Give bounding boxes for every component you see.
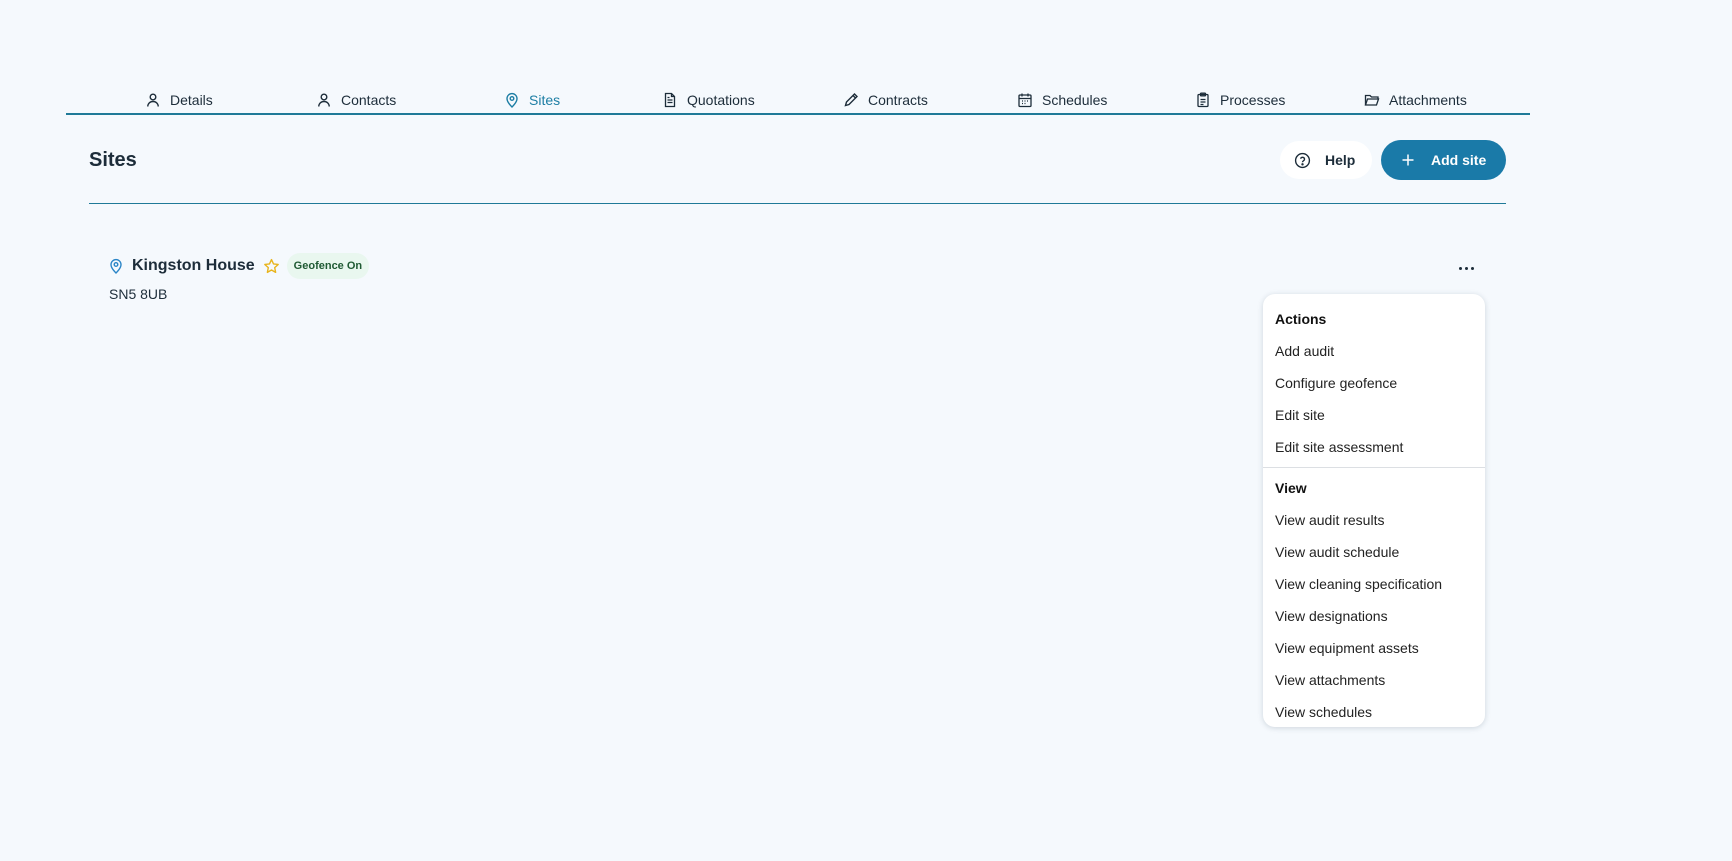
menu-item-edit-site[interactable]: Edit site xyxy=(1263,399,1485,431)
menu-item-view-cleaning-specification[interactable]: View cleaning specification xyxy=(1263,568,1485,600)
site-postcode: SN5 8UB xyxy=(109,286,168,302)
site-row: Kingston House Geofence On xyxy=(108,253,370,279)
tab-label: Contacts xyxy=(341,92,397,108)
site-actions-menu: Actions Add audit Configure geofence Edi… xyxy=(1263,294,1485,727)
add-site-button[interactable]: Add site xyxy=(1381,140,1506,180)
menu-item-configure-geofence[interactable]: Configure geofence xyxy=(1263,367,1485,399)
pencil-icon xyxy=(844,93,858,107)
tab-contracts[interactable]: Contracts xyxy=(843,90,928,110)
tab-schedules[interactable]: Schedules xyxy=(1017,90,1107,110)
menu-header-actions: Actions xyxy=(1275,311,1327,327)
menu-item-view-equipment-assets[interactable]: View equipment assets xyxy=(1263,632,1485,664)
dot xyxy=(1458,266,1462,270)
help-label: Help xyxy=(1325,152,1356,168)
menu-item-view-audit-schedule[interactable]: View audit schedule xyxy=(1263,536,1485,568)
menu-item-view-attachments[interactable]: View attachments xyxy=(1263,664,1485,696)
tab-sites[interactable]: Sites xyxy=(504,90,560,110)
calendar-icon xyxy=(1018,93,1032,108)
folder-icon xyxy=(1364,94,1380,106)
more-options-button[interactable] xyxy=(1455,258,1477,278)
star-icon[interactable] xyxy=(263,258,280,275)
header-divider xyxy=(89,203,1506,204)
menu-item-edit-site-assessment[interactable]: Edit site assessment xyxy=(1263,431,1485,463)
menu-separator xyxy=(1263,467,1485,468)
user-icon xyxy=(147,93,159,107)
tab-contacts[interactable]: Contacts xyxy=(316,90,396,110)
dot xyxy=(1464,266,1468,270)
tab-bar: Details Contacts Sites Quotations Contra… xyxy=(66,84,1530,115)
tab-label: Contracts xyxy=(868,92,928,108)
help-circle-icon xyxy=(1294,152,1311,168)
add-site-label: Add site xyxy=(1431,152,1487,168)
geofence-status-badge: Geofence On xyxy=(286,253,370,279)
tab-processes[interactable]: Processes xyxy=(1195,90,1285,110)
tab-details[interactable]: Details xyxy=(145,90,213,110)
tab-label: Details xyxy=(170,92,213,108)
page-title: Sites xyxy=(89,149,137,171)
clipboard-icon xyxy=(1197,92,1209,108)
map-pin-icon xyxy=(110,258,122,274)
document-icon xyxy=(664,92,676,108)
tab-label: Processes xyxy=(1220,92,1286,108)
menu-item-add-audit[interactable]: Add audit xyxy=(1263,335,1485,367)
map-pin-icon xyxy=(506,92,518,108)
dot xyxy=(1470,266,1474,270)
menu-item-view-audit-results[interactable]: View audit results xyxy=(1263,504,1485,536)
tab-quotations[interactable]: Quotations xyxy=(662,90,755,110)
help-button[interactable]: Help xyxy=(1280,141,1372,179)
tab-label: Attachments xyxy=(1389,92,1467,108)
tab-attachments[interactable]: Attachments xyxy=(1364,90,1467,110)
menu-item-view-designations[interactable]: View designations xyxy=(1263,600,1485,632)
tab-label: Quotations xyxy=(687,92,755,108)
menu-item-view-schedules[interactable]: View schedules xyxy=(1263,696,1485,728)
menu-header-view: View xyxy=(1275,480,1307,496)
plus-icon xyxy=(1402,154,1414,166)
user-icon xyxy=(318,93,330,107)
site-name[interactable]: Kingston House xyxy=(132,257,255,275)
tab-label: Schedules xyxy=(1042,92,1108,108)
tab-label: Sites xyxy=(529,92,561,108)
